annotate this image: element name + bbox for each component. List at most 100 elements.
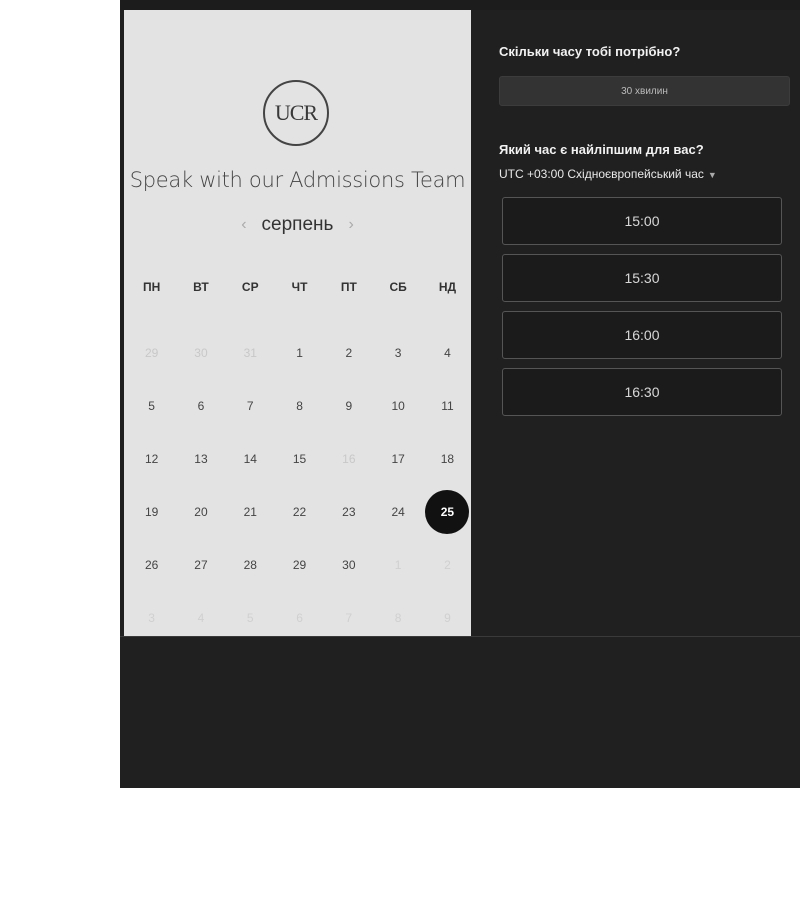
calendar-day[interactable]: 7: [226, 379, 275, 432]
calendar-day[interactable]: 5: [127, 379, 176, 432]
calendar-day[interactable]: 19: [127, 485, 176, 538]
weekday-label: НД: [438, 280, 457, 294]
calendar-day[interactable]: 17: [373, 432, 422, 485]
page-title: Speak with our Admissions Team: [129, 168, 466, 192]
calendar-day-selected[interactable]: 25: [423, 485, 472, 538]
time-slot-button[interactable]: 15:30: [502, 254, 782, 302]
day-number: 19: [144, 504, 159, 519]
time-slot-button[interactable]: 16:00: [502, 311, 782, 359]
calendar-day[interactable]: 10: [373, 379, 422, 432]
day-number: 31: [243, 345, 257, 360]
booking-panel: Скільки часу тобі потрібно? 30 хвилин Як…: [490, 10, 800, 636]
calendar-day: 29: [127, 326, 176, 379]
calendar-day[interactable]: 20: [176, 485, 225, 538]
day-number: 24: [391, 504, 405, 519]
day-number: 10: [391, 398, 405, 413]
day-number: 13: [194, 451, 208, 466]
day-number: 9: [444, 610, 451, 625]
ucr-logo: UCR: [263, 80, 329, 146]
calendar-day[interactable]: 18: [423, 432, 472, 485]
logo-text: UCR: [274, 100, 318, 125]
calendar-day[interactable]: 9: [324, 379, 373, 432]
day-number: 2: [345, 345, 353, 360]
day-number: 2: [444, 557, 451, 572]
calendar-day[interactable]: 14: [226, 432, 275, 485]
day-number: 18: [440, 451, 455, 466]
day-number: 3: [148, 610, 155, 625]
day-number: 12: [144, 451, 159, 466]
day-number: 8: [296, 398, 303, 413]
scheduling-widget: UCR Speak with our Admissions Team ‹ сер…: [120, 0, 800, 788]
day-number: 25: [425, 489, 470, 534]
time-question: Який час є найліпшим для вас?: [499, 142, 704, 157]
weekday-label: ВТ: [193, 280, 209, 294]
calendar-day[interactable]: 27: [176, 538, 225, 591]
calendar-day[interactable]: 29: [275, 538, 324, 591]
day-number: 30: [194, 345, 208, 360]
day-number: 5: [246, 610, 254, 625]
top-strip: [120, 0, 800, 10]
calendar-day: 2: [423, 538, 472, 591]
weekday-label: ЧТ: [291, 280, 308, 294]
calendar-day[interactable]: 12: [127, 432, 176, 485]
day-number: 29: [144, 345, 159, 360]
calendar-day[interactable]: 3: [373, 326, 422, 379]
day-number: 3: [394, 345, 402, 360]
day-number: 1: [394, 557, 402, 572]
timezone-select[interactable]: UTC +03:00 Східноєвропейський час ▼: [499, 167, 717, 181]
day-number: 1: [296, 345, 303, 360]
calendar-day: 30: [176, 326, 225, 379]
calendar-day[interactable]: 21: [226, 485, 275, 538]
day-number: 28: [243, 557, 257, 572]
calendar-day[interactable]: 2: [324, 326, 373, 379]
calendar-day[interactable]: 26: [127, 538, 176, 591]
day-number: 27: [194, 557, 208, 572]
day-number: 16: [342, 451, 356, 466]
calendar-day[interactable]: 22: [275, 485, 324, 538]
day-number: 4: [444, 345, 451, 360]
calendar-day: 31: [226, 326, 275, 379]
day-number: 7: [246, 398, 254, 413]
day-number: 7: [345, 610, 353, 625]
weekday-label: ПН: [143, 280, 161, 294]
calendar-day: 16: [324, 432, 373, 485]
day-number: 4: [197, 610, 205, 625]
day-number: 8: [394, 610, 402, 625]
calendar-day[interactable]: 13: [176, 432, 225, 485]
calendar-panel: UCR Speak with our Admissions Team ‹ сер…: [124, 10, 471, 636]
day-number: 20: [194, 504, 208, 519]
calendar-day[interactable]: 23: [324, 485, 373, 538]
chevron-left-icon[interactable]: ‹: [238, 216, 249, 234]
calendar-day[interactable]: 30: [324, 538, 373, 591]
duration-select[interactable]: 30 хвилин: [499, 76, 790, 106]
calendar-day[interactable]: 11: [423, 379, 472, 432]
day-number: 11: [441, 398, 454, 413]
weekday-header-row: ПН ВТ СР ЧТ ПТ СБ НД: [127, 280, 472, 294]
caret-down-icon: ▼: [707, 170, 717, 180]
day-number: 30: [342, 557, 356, 572]
day-number: 6: [296, 610, 303, 625]
calendar-day[interactable]: 6: [176, 379, 225, 432]
day-number: 9: [345, 398, 353, 413]
divider: [120, 636, 800, 637]
day-number: 23: [342, 504, 356, 519]
weekday-label: ПТ: [340, 280, 357, 294]
day-number: 15: [292, 451, 307, 466]
calendar-day[interactable]: 28: [226, 538, 275, 591]
timezone-label: UTC +03:00 Східноєвропейський час: [499, 167, 704, 181]
calendar-day[interactable]: 1: [275, 326, 324, 379]
duration-question: Скільки часу тобі потрібно?: [499, 44, 681, 59]
time-slot-button[interactable]: 16:30: [502, 368, 782, 416]
calendar-day[interactable]: 8: [275, 379, 324, 432]
chevron-right-icon[interactable]: ›: [345, 216, 356, 234]
day-number: 26: [144, 557, 159, 572]
calendar-day[interactable]: 24: [373, 485, 422, 538]
month-label: серпень: [261, 214, 334, 235]
day-number: 5: [148, 398, 155, 413]
day-number: 29: [292, 557, 307, 572]
time-slot-button[interactable]: 15:00: [502, 197, 782, 245]
day-number: 14: [243, 451, 257, 466]
calendar-day[interactable]: 4: [423, 326, 472, 379]
calendar-day[interactable]: 15: [275, 432, 324, 485]
day-number: 6: [197, 398, 205, 413]
